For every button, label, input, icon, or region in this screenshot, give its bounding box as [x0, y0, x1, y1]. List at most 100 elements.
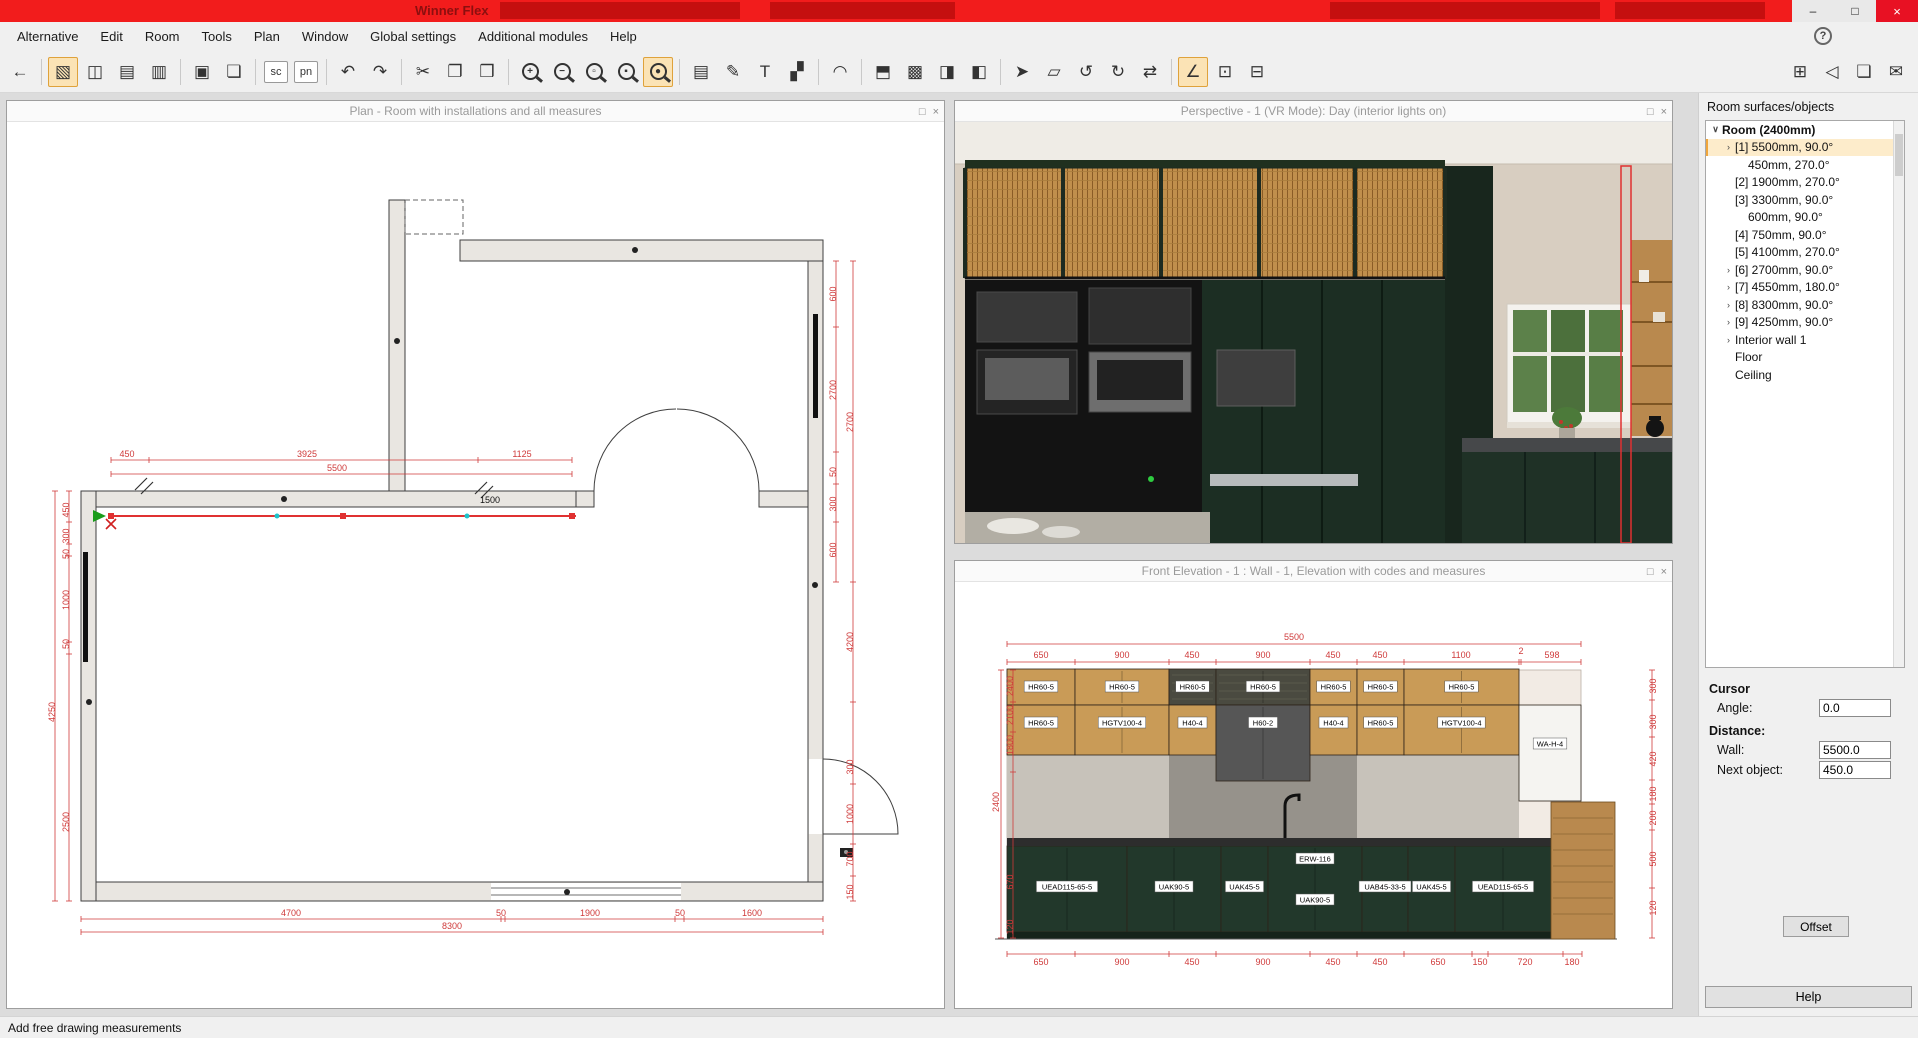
select-button[interactable]: ➤	[1007, 57, 1037, 87]
item-list-button[interactable]: ▤	[112, 57, 142, 87]
annotate-button[interactable]: ✎	[718, 57, 748, 87]
zoom-object-button[interactable]: ●	[643, 57, 673, 87]
mirror-button[interactable]: ⇄	[1135, 57, 1165, 87]
next-object-input[interactable]	[1819, 761, 1891, 779]
app-title: Winner Flex	[415, 3, 489, 18]
export-view-button[interactable]: ⊟	[1242, 57, 1272, 87]
tree-item[interactable]: ›[7] 4550mm, 180.0°	[1706, 279, 1904, 297]
perspective-view-button[interactable]: ⬒	[868, 57, 898, 87]
tree-item[interactable]: ›[6] 2700mm, 90.0°	[1706, 261, 1904, 279]
restore-icon[interactable]: □	[919, 106, 926, 118]
copy-button[interactable]: ❐	[440, 57, 470, 87]
zoom-all-button[interactable]: ▪	[611, 57, 641, 87]
elevation-dimension-label: 450	[1184, 957, 1199, 967]
measure-button[interactable]: ∠	[1178, 57, 1208, 87]
restore-icon[interactable]: □	[1647, 566, 1654, 578]
zoom-out-button[interactable]: −	[547, 57, 577, 87]
elevation-canvas[interactable]: HR60-5HR60-5HR60-5HR60-5HR60-5HR60-5HR60…	[955, 582, 1672, 1008]
rotate-left-button[interactable]: ↺	[1071, 57, 1101, 87]
tree-item[interactable]: [4] 750mm, 90.0°	[1706, 226, 1904, 244]
tree-scrollbar[interactable]	[1893, 121, 1904, 667]
menu-edit[interactable]: Edit	[89, 24, 133, 49]
cabinet-code-label: UAK90-5	[1300, 896, 1330, 905]
tree-item[interactable]: ›[9] 4250mm, 90.0°	[1706, 314, 1904, 332]
minimize-button[interactable]: –	[1792, 0, 1834, 22]
plan-canvas[interactable]: 4503925112555004700501900501600830045030…	[7, 122, 944, 1008]
tree-item[interactable]: [2] 1900mm, 270.0°	[1706, 174, 1904, 192]
elevation-panel-header[interactable]: Front Elevation - 1 : Wall - 1, Elevatio…	[955, 561, 1672, 582]
tree-item-label: Ceiling	[1735, 368, 1772, 382]
tree-item[interactable]: 600mm, 90.0°	[1706, 209, 1904, 227]
expander-icon[interactable]: ›	[1722, 335, 1735, 345]
menu-alternative[interactable]: Alternative	[6, 24, 89, 49]
help-icon[interactable]: ?	[1814, 27, 1832, 45]
print-page-button[interactable]: ❏	[1849, 57, 1879, 87]
email-button[interactable]: ✉	[1881, 57, 1911, 87]
open-plan-button[interactable]: ▧	[48, 57, 78, 87]
save-button[interactable]: ▣	[187, 57, 217, 87]
monitor-button[interactable]: ⊞	[1785, 57, 1815, 87]
zoom-window-button[interactable]: ▫	[579, 57, 609, 87]
angle-input[interactable]	[1819, 699, 1891, 717]
undo-button[interactable]: ↶	[333, 57, 363, 87]
paste-button[interactable]: ❒	[472, 57, 502, 87]
expander-icon[interactable]: ›	[1722, 265, 1735, 275]
close-icon[interactable]: ×	[1661, 106, 1667, 118]
photo-view-button[interactable]: ▩	[900, 57, 930, 87]
plan-panel-header[interactable]: Plan - Room with installations and all m…	[7, 101, 944, 122]
perspective-render	[955, 122, 1672, 543]
scale-button[interactable]: sc	[264, 61, 288, 83]
walkthrough-button[interactable]: ◧	[964, 57, 994, 87]
rotate-right-button[interactable]: ↻	[1103, 57, 1133, 87]
render-view-button[interactable]: ◨	[932, 57, 962, 87]
tree-item[interactable]: Ceiling	[1706, 366, 1904, 384]
menu-room[interactable]: Room	[134, 24, 191, 49]
zoom-in-button[interactable]: +	[515, 57, 545, 87]
report-button[interactable]: ▤	[686, 57, 716, 87]
perspective-panel-header[interactable]: Perspective - 1 (VR Mode): Day (interior…	[955, 101, 1672, 122]
maximize-button[interactable]: □	[1834, 0, 1876, 22]
redo-button[interactable]: ↷	[365, 57, 395, 87]
menu-plan[interactable]: Plan	[243, 24, 291, 49]
menu-tools[interactable]: Tools	[191, 24, 243, 49]
menu-window[interactable]: Window	[291, 24, 359, 49]
tree-item[interactable]: ›Interior wall 1	[1706, 331, 1904, 349]
navigate-back-button[interactable]: ◁	[1817, 57, 1847, 87]
expander-icon[interactable]: ∨	[1709, 124, 1722, 135]
menu-global-settings[interactable]: Global settings	[359, 24, 467, 49]
tree-item[interactable]: ∨Room (2400mm)	[1706, 121, 1904, 139]
close-icon[interactable]: ×	[1661, 566, 1667, 578]
menu-help[interactable]: Help	[599, 24, 648, 49]
close-icon[interactable]: ×	[933, 106, 939, 118]
scrollbar-thumb[interactable]	[1895, 134, 1903, 176]
expander-icon[interactable]: ›	[1722, 317, 1735, 327]
tree-item[interactable]: Floor	[1706, 349, 1904, 367]
select-3d-button[interactable]: ▱	[1039, 57, 1069, 87]
expander-icon[interactable]: ›	[1722, 282, 1735, 292]
menu-additional-modules[interactable]: Additional modules	[467, 24, 599, 49]
close-button[interactable]: ×	[1876, 0, 1918, 22]
installation-list-button[interactable]: ▥	[144, 57, 174, 87]
back-button[interactable]: ←	[5, 57, 35, 87]
tile-windows-button[interactable]: ◫	[80, 57, 110, 87]
arc-button[interactable]: ◠	[825, 57, 855, 87]
text-button[interactable]: T	[750, 57, 780, 87]
print-button[interactable]: ❏	[219, 57, 249, 87]
diagram-button[interactable]: ▞	[782, 57, 812, 87]
screen-button[interactable]: ⊡	[1210, 57, 1240, 87]
offset-button[interactable]: Offset	[1783, 916, 1849, 937]
pan-button[interactable]: pn	[294, 61, 318, 83]
tree-item[interactable]: 450mm, 270.0°	[1706, 156, 1904, 174]
cut-button[interactable]: ✂	[408, 57, 438, 87]
tree-item[interactable]: ›[1] 5500mm, 90.0°	[1706, 139, 1904, 157]
expander-icon[interactable]: ›	[1722, 300, 1735, 310]
restore-icon[interactable]: □	[1647, 106, 1654, 118]
tree-item[interactable]: [5] 4100mm, 270.0°	[1706, 244, 1904, 262]
tree-item[interactable]: [3] 3300mm, 90.0°	[1706, 191, 1904, 209]
help-button[interactable]: Help	[1705, 986, 1912, 1008]
perspective-canvas[interactable]	[955, 122, 1672, 543]
wall-distance-input[interactable]	[1819, 741, 1891, 759]
expander-icon[interactable]: ›	[1722, 142, 1735, 152]
tree-item[interactable]: ›[8] 8300mm, 90.0°	[1706, 296, 1904, 314]
room-objects-tree[interactable]: ∨Room (2400mm)›[1] 5500mm, 90.0°450mm, 2…	[1705, 120, 1905, 668]
